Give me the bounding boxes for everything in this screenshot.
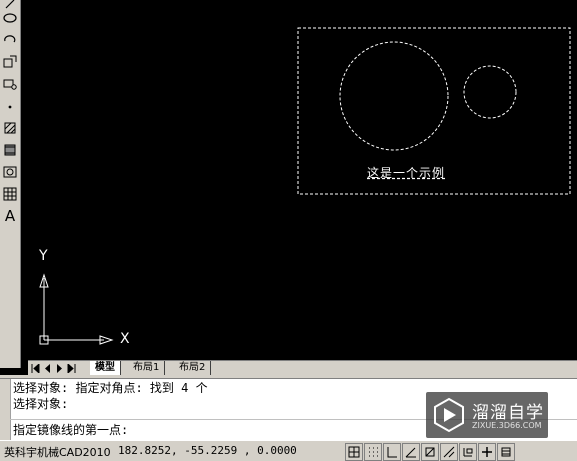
watermark-url: ZIXUE.3D66.COM bbox=[472, 421, 542, 430]
command-history-line: 选择对象: bbox=[13, 397, 69, 411]
tab-layout2[interactable]: 布局2 bbox=[174, 361, 212, 375]
point-icon[interactable] bbox=[1, 96, 19, 116]
ortho-icon[interactable] bbox=[383, 443, 401, 461]
app-name-label: 英科宇机械CAD2010 bbox=[4, 446, 111, 459]
watermark: 溜溜自学 ZIXUE.3D66.COM bbox=[426, 392, 548, 438]
region-icon[interactable] bbox=[1, 162, 19, 182]
ucs-y-label: Y bbox=[39, 248, 48, 264]
grid-icon[interactable] bbox=[364, 443, 382, 461]
ellipse-arc-icon[interactable] bbox=[1, 30, 19, 50]
ucs-icon bbox=[39, 273, 114, 345]
otrack-icon[interactable] bbox=[440, 443, 458, 461]
command-window-grip[interactable] bbox=[0, 379, 11, 441]
draw-toolbar: A bbox=[0, 0, 21, 368]
status-bar: 英科宇机械CAD2010 182.8252, -55.2259 , 0.0000 bbox=[0, 440, 577, 461]
ducs-icon[interactable] bbox=[459, 443, 477, 461]
ucs-x-label: X bbox=[120, 331, 130, 347]
tab-layout1[interactable]: 布局1 bbox=[128, 361, 166, 375]
hatch-icon[interactable] bbox=[1, 118, 19, 138]
command-history-line: 选择对象: 指定对角点: 找到 4 个 bbox=[13, 381, 208, 395]
polar-icon[interactable] bbox=[402, 443, 420, 461]
next-tab-icon[interactable] bbox=[54, 362, 65, 374]
osnap-icon[interactable] bbox=[421, 443, 439, 461]
make-block-icon[interactable] bbox=[1, 74, 19, 94]
prev-tab-icon[interactable] bbox=[42, 362, 53, 374]
watermark-logo-icon bbox=[434, 397, 464, 433]
text-tool-glyph: A bbox=[4, 207, 16, 225]
dyn-icon[interactable] bbox=[478, 443, 496, 461]
insert-block-icon[interactable] bbox=[1, 52, 19, 72]
last-tab-icon[interactable] bbox=[66, 362, 77, 374]
command-prompt-input[interactable]: 指定镜像线的第一点: bbox=[13, 423, 128, 437]
table-icon[interactable] bbox=[1, 184, 19, 204]
multiline-text-icon[interactable]: A bbox=[1, 206, 19, 226]
gradient-icon[interactable] bbox=[1, 140, 19, 160]
selected-small-circle[interactable] bbox=[463, 65, 517, 119]
first-tab-icon[interactable] bbox=[30, 362, 41, 374]
lineweight-icon[interactable] bbox=[497, 443, 515, 461]
layout-tab-bar: 模型 布局1 布局2 bbox=[28, 360, 577, 376]
ellipse-icon[interactable] bbox=[1, 8, 19, 28]
selected-text-object[interactable]: 这是一个示例 bbox=[367, 164, 445, 181]
selected-large-circle[interactable] bbox=[339, 41, 449, 151]
snap-icon[interactable] bbox=[345, 443, 363, 461]
tab-model[interactable]: 模型 bbox=[90, 361, 121, 375]
toolbar-gap bbox=[21, 0, 28, 368]
drawing-canvas[interactable]: 这是一个示例 Y X bbox=[28, 0, 577, 360]
cursor-coordinates: 182.8252, -55.2259 , 0.0000 bbox=[118, 444, 297, 457]
watermark-title: 溜溜自学 bbox=[472, 403, 544, 423]
drawing-svg[interactable] bbox=[28, 0, 577, 360]
